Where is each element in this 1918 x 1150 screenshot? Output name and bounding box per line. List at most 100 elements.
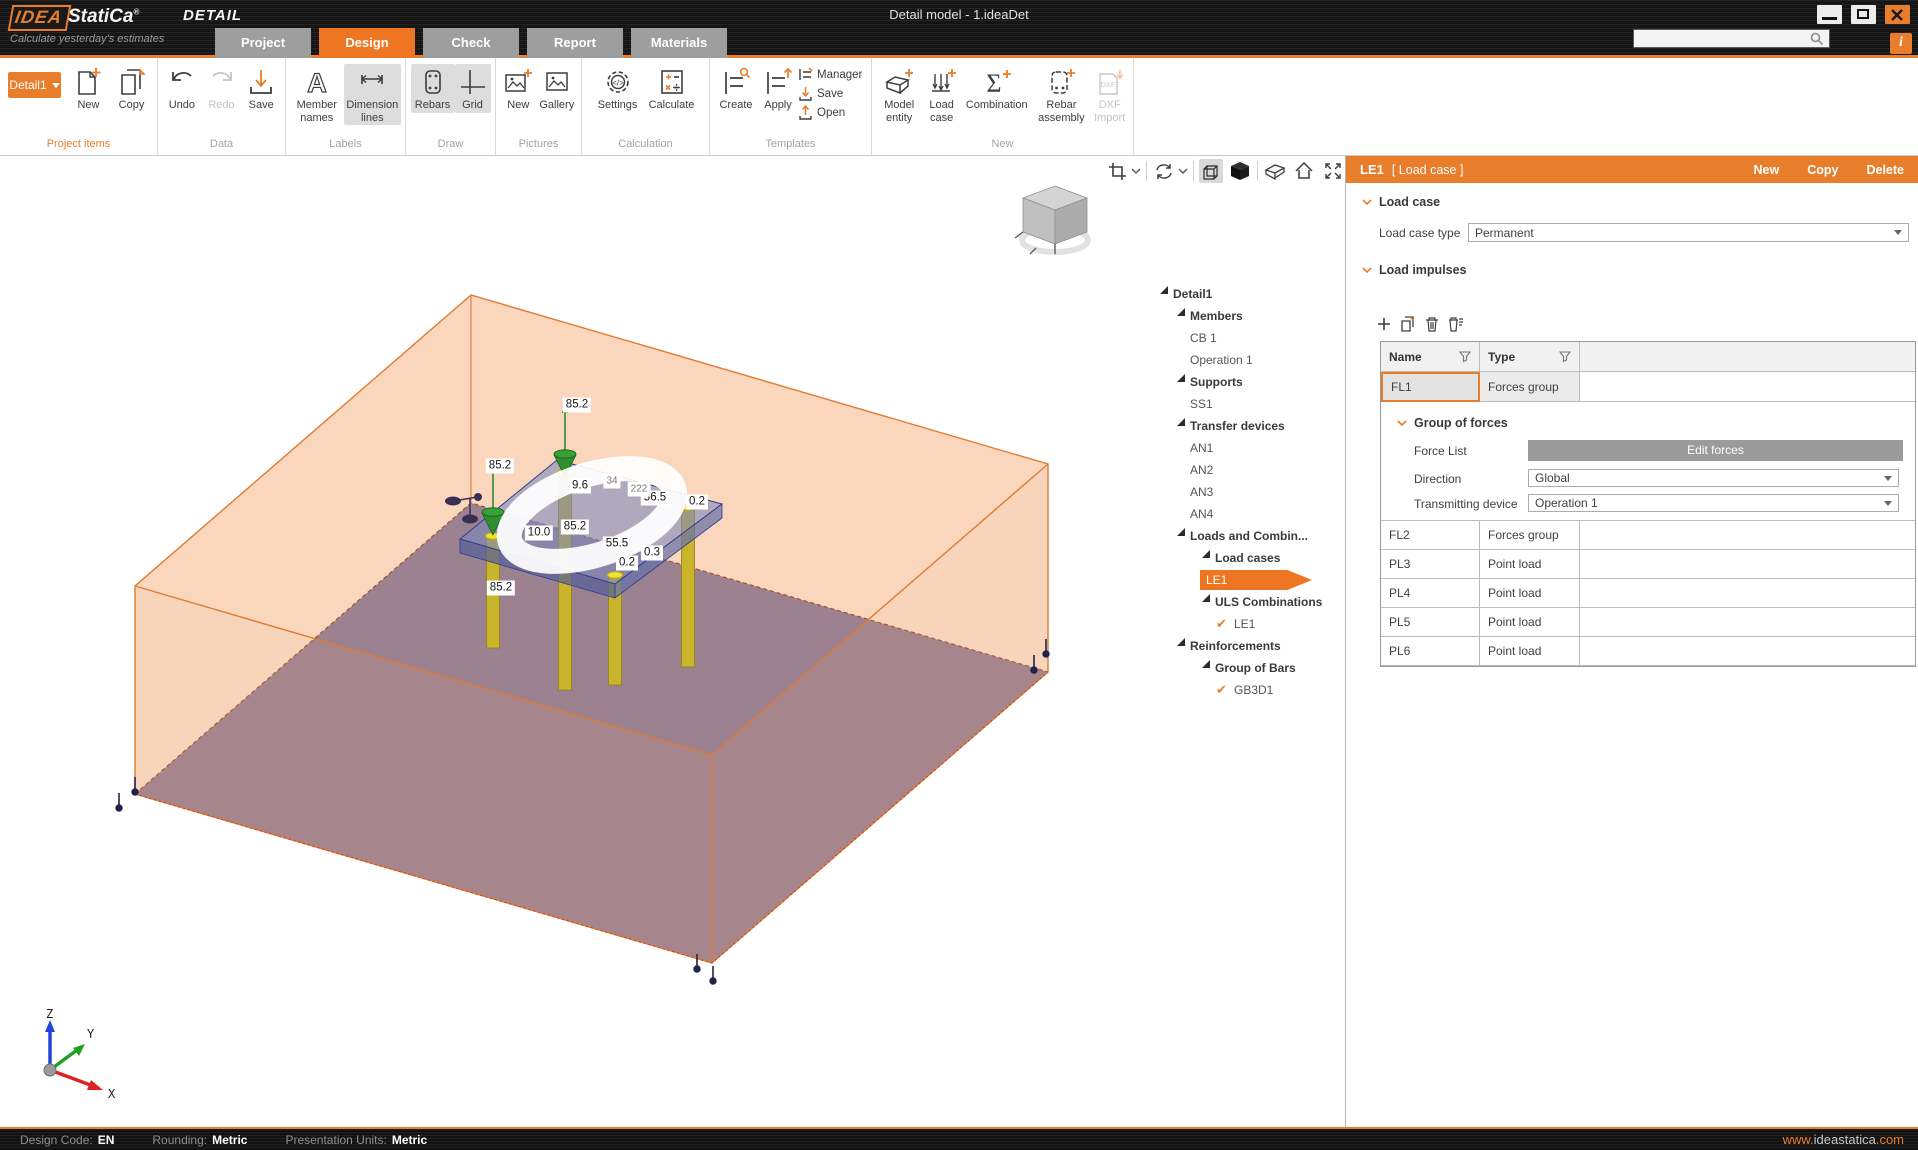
cell-type[interactable]: Forces group — [1480, 372, 1580, 402]
template-open-button[interactable]: Open — [798, 105, 862, 120]
cell-name[interactable]: PL4 — [1381, 579, 1480, 608]
cell-type[interactable]: Forces group — [1480, 521, 1580, 550]
gallery-button[interactable]: Gallery — [537, 64, 577, 113]
cell-type[interactable]: Point load — [1480, 637, 1580, 666]
load-case-button[interactable]: Load case — [922, 64, 961, 125]
model-entity-button[interactable]: Model entity — [876, 64, 922, 125]
impulse-row[interactable]: PL6 Point load — [1381, 637, 1915, 666]
navigation-view-cube[interactable] — [1010, 174, 1100, 266]
tree-item-cb1[interactable]: CB 1 — [1150, 327, 1345, 349]
settings-button[interactable]: </> Settings — [592, 64, 644, 113]
tree-item-an3[interactable]: AN3 — [1150, 481, 1345, 503]
delete-all-impulses-button[interactable] — [1448, 316, 1464, 332]
tree-item-supports[interactable]: Supports — [1150, 371, 1345, 393]
checkmark-icon[interactable]: ✔ — [1216, 682, 1234, 698]
cell-name[interactable]: FL2 — [1381, 521, 1480, 550]
cell-type[interactable]: Point load — [1480, 608, 1580, 637]
tree-item-an1[interactable]: AN1 — [1150, 437, 1345, 459]
panel-new-button[interactable]: New — [1754, 163, 1780, 177]
tree-item-reinforcements[interactable]: Reinforcements — [1150, 635, 1345, 657]
delete-impulse-button[interactable] — [1424, 316, 1440, 332]
member-names-button[interactable]: A Member names — [290, 64, 344, 125]
tree-item-load-cases[interactable]: Load cases — [1150, 547, 1345, 569]
wireframe-view-button[interactable] — [1199, 159, 1223, 183]
rotate-view-button[interactable] — [1152, 159, 1176, 183]
dxf-import-button[interactable]: DXF DXF Import — [1090, 64, 1129, 125]
3d-viewport[interactable]: 85.2 85.2 85.2 10.0 0.2 0.2 85.2 9.6 56.… — [0, 156, 1345, 1127]
cell-name[interactable]: PL6 — [1381, 637, 1480, 666]
search-input[interactable] — [1634, 32, 1809, 46]
new-project-item-button[interactable]: New — [67, 64, 110, 113]
new-picture-button[interactable]: New — [500, 64, 537, 113]
cell-name[interactable]: PL5 — [1381, 608, 1480, 637]
tree-item-members[interactable]: Members — [1150, 305, 1345, 327]
impulse-row[interactable]: PL3 Point load — [1381, 550, 1915, 579]
checkmark-icon[interactable]: ✔ — [1216, 616, 1234, 632]
info-button[interactable]: i — [1890, 33, 1912, 54]
impulse-row[interactable]: PL5 Point load — [1381, 608, 1915, 637]
tree-item-ss1[interactable]: SS1 — [1150, 393, 1345, 415]
detail1-dropdown[interactable]: Detail1 — [8, 72, 61, 98]
tree-item-gb3d1[interactable]: ✔GB3D1 — [1150, 679, 1345, 701]
grid-button[interactable]: Grid — [455, 64, 491, 113]
tab-check[interactable]: Check — [423, 28, 519, 58]
filter-icon[interactable] — [1559, 351, 1571, 363]
cell-type[interactable]: Point load — [1480, 550, 1580, 579]
tab-design[interactable]: Design — [319, 28, 415, 58]
tree-item-detail1[interactable]: Detail1 — [1150, 283, 1345, 305]
edit-forces-button[interactable]: Edit forces — [1528, 440, 1903, 461]
column-header-name[interactable]: Name — [1381, 342, 1480, 372]
template-apply-button[interactable]: Apply — [758, 64, 798, 113]
tab-report[interactable]: Report — [527, 28, 623, 58]
combination-button[interactable]: Σ Combination — [961, 64, 1032, 113]
dimension-lines-button[interactable]: Dimension lines — [344, 64, 401, 125]
solid-view-button[interactable] — [1228, 159, 1252, 183]
tree-item-uls-combinations[interactable]: ULS Combinations — [1150, 591, 1345, 613]
impulse-row-selected[interactable]: FL1 Forces group — [1381, 372, 1915, 402]
rotate-dropdown-chevron[interactable] — [1178, 162, 1188, 180]
filter-icon[interactable] — [1459, 351, 1471, 363]
section-group-of-forces[interactable]: Group of forces — [1397, 416, 1508, 430]
tree-item-le1-selected[interactable]: LE1 — [1150, 569, 1345, 591]
transmitting-device-select[interactable]: Operation 1 — [1528, 494, 1899, 512]
cell-name[interactable]: PL3 — [1381, 550, 1480, 579]
clipping-plane-button[interactable] — [1263, 159, 1287, 183]
tree-item-transfer-devices[interactable]: Transfer devices — [1150, 415, 1345, 437]
tab-project[interactable]: Project — [215, 28, 311, 58]
section-load-case[interactable]: Load case — [1362, 195, 1440, 209]
crop-view-button[interactable] — [1105, 159, 1129, 183]
impulse-row[interactable]: PL4 Point load — [1381, 579, 1915, 608]
rebar-assembly-button[interactable]: Rebar assembly — [1032, 64, 1090, 125]
3d-scene[interactable] — [0, 156, 1345, 1127]
rebars-button[interactable]: Rebars — [411, 64, 455, 113]
tree-item-group-of-bars[interactable]: Group of Bars — [1150, 657, 1345, 679]
copy-impulse-button[interactable] — [1400, 316, 1416, 332]
minimize-button[interactable] — [1817, 5, 1842, 24]
fullscreen-button[interactable] — [1321, 159, 1345, 183]
add-impulse-button[interactable] — [1376, 316, 1392, 332]
tab-materials[interactable]: Materials — [631, 28, 727, 58]
direction-select[interactable]: Global — [1528, 469, 1899, 487]
tree-item-an4[interactable]: AN4 — [1150, 503, 1345, 525]
copy-project-item-button[interactable]: Copy — [110, 64, 153, 113]
section-load-impulses[interactable]: Load impulses — [1362, 263, 1467, 277]
panel-delete-button[interactable]: Delete — [1866, 163, 1904, 177]
close-button[interactable] — [1885, 5, 1910, 24]
impulse-row[interactable]: FL2 Forces group — [1381, 521, 1915, 550]
calculate-button[interactable]: Calculate — [644, 64, 700, 113]
tree-item-loads-and-combinations[interactable]: Loads and Combin... — [1150, 525, 1345, 547]
tree-item-le1-combination[interactable]: ✔LE1 — [1150, 613, 1345, 635]
crop-dropdown-chevron[interactable] — [1131, 162, 1141, 180]
template-create-button[interactable]: Create — [714, 64, 758, 113]
load-case-type-select[interactable]: Permanent — [1468, 223, 1909, 242]
column-header-type[interactable]: Type — [1480, 342, 1580, 372]
website-link[interactable]: www.ideastatica.com — [1783, 1132, 1904, 1147]
cell-type[interactable]: Point load — [1480, 579, 1580, 608]
tree-item-operation1[interactable]: Operation 1 — [1150, 349, 1345, 371]
panel-copy-button[interactable]: Copy — [1807, 163, 1838, 177]
template-manager-button[interactable]: Manager — [798, 67, 862, 82]
tree-item-an2[interactable]: AN2 — [1150, 459, 1345, 481]
cell-name[interactable]: FL1 — [1381, 372, 1480, 402]
redo-button[interactable]: Redo — [202, 64, 242, 113]
home-view-button[interactable] — [1292, 159, 1316, 183]
